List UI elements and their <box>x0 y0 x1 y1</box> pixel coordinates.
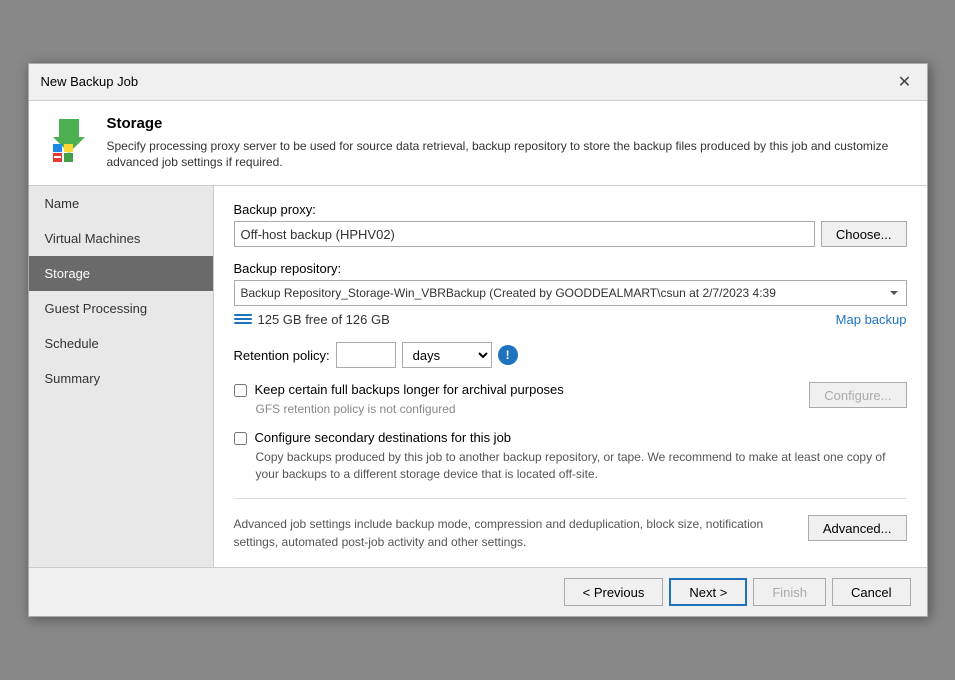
backup-repository-row: Backup Repository_Storage-Win_VBRBackup … <box>234 280 907 306</box>
secondary-dest-checkbox[interactable] <box>234 432 247 445</box>
dialog-title: New Backup Job <box>41 74 139 89</box>
secondary-dest-checkbox-row: Configure secondary destinations for thi… <box>234 430 907 445</box>
secondary-dest-checkbox-label: Configure secondary destinations for thi… <box>255 430 512 445</box>
advanced-description: Advanced job settings include backup mod… <box>234 515 792 551</box>
backup-proxy-choose-button[interactable]: Choose... <box>821 221 907 247</box>
sidebar-item-virtual-machines[interactable]: Virtual Machines <box>29 221 213 256</box>
advanced-button[interactable]: Advanced... <box>808 515 907 541</box>
backup-proxy-label: Backup proxy: <box>234 202 907 217</box>
content-area: Backup proxy: Choose... Backup repositor… <box>214 186 927 567</box>
storage-free-text: 125 GB free of 126 GB <box>258 312 830 327</box>
header-section: Storage Specify processing proxy server … <box>29 101 927 187</box>
archival-checkbox-group: Keep certain full backups longer for arc… <box>234 382 907 418</box>
archival-checkbox-desc: GFS retention policy is not configured <box>256 401 810 418</box>
sidebar: Name Virtual Machines Storage Guest Proc… <box>29 186 214 567</box>
footer: < Previous Next > Finish Cancel <box>29 567 927 616</box>
retention-policy-row: Retention policy: ▲ ▼ days restore point… <box>234 342 907 368</box>
database-icon <box>234 310 252 328</box>
next-button[interactable]: Next > <box>669 578 747 606</box>
configure-button[interactable]: Configure... <box>809 382 906 408</box>
advanced-section: Advanced job settings include backup mod… <box>234 515 907 551</box>
close-button[interactable]: ✕ <box>895 72 915 92</box>
archival-checkbox-row: Keep certain full backups longer for arc… <box>234 382 810 397</box>
previous-button[interactable]: < Previous <box>564 578 664 606</box>
sidebar-item-name[interactable]: Name <box>29 186 213 221</box>
backup-repository-label: Backup repository: <box>234 261 907 276</box>
secondary-dest-checkbox-desc: Copy backups produced by this job to ano… <box>256 449 907 483</box>
title-bar: New Backup Job ✕ <box>29 64 927 101</box>
backup-proxy-group: Backup proxy: Choose... <box>234 202 907 247</box>
secondary-dest-checkbox-group: Configure secondary destinations for thi… <box>234 430 907 483</box>
sidebar-item-summary[interactable]: Summary <box>29 361 213 396</box>
retention-unit-select[interactable]: days restore points <box>402 342 492 368</box>
retention-value-input[interactable] <box>337 343 396 367</box>
archival-checkbox-label: Keep certain full backups longer for arc… <box>255 382 564 397</box>
retention-value-spinner: ▲ ▼ <box>336 342 396 368</box>
new-backup-job-dialog: New Backup Job ✕ Storage Specify process… <box>28 63 928 618</box>
sidebar-item-guest-processing[interactable]: Guest Processing <box>29 291 213 326</box>
backup-proxy-input[interactable] <box>234 221 815 247</box>
archival-checkbox[interactable] <box>234 384 247 397</box>
sidebar-item-storage[interactable]: Storage <box>29 256 213 291</box>
retention-policy-label: Retention policy: <box>234 348 330 363</box>
map-backup-link[interactable]: Map backup <box>836 312 907 327</box>
finish-button[interactable]: Finish <box>753 578 826 606</box>
backup-repository-select[interactable]: Backup Repository_Storage-Win_VBRBackup … <box>234 280 907 306</box>
retention-info-icon[interactable]: ! <box>498 345 518 365</box>
header-title: Storage <box>107 115 911 132</box>
storage-info: 125 GB free of 126 GB Map backup <box>234 310 907 328</box>
backup-repository-group: Backup repository: Backup Repository_Sto… <box>234 261 907 328</box>
body: Name Virtual Machines Storage Guest Proc… <box>29 186 927 567</box>
sidebar-item-schedule[interactable]: Schedule <box>29 326 213 361</box>
header-icon <box>45 115 93 163</box>
header-text: Storage Specify processing proxy server … <box>107 115 911 172</box>
cancel-button[interactable]: Cancel <box>832 578 910 606</box>
section-divider <box>234 498 907 499</box>
backup-proxy-row: Choose... <box>234 221 907 247</box>
header-description: Specify processing proxy server to be us… <box>107 138 911 172</box>
